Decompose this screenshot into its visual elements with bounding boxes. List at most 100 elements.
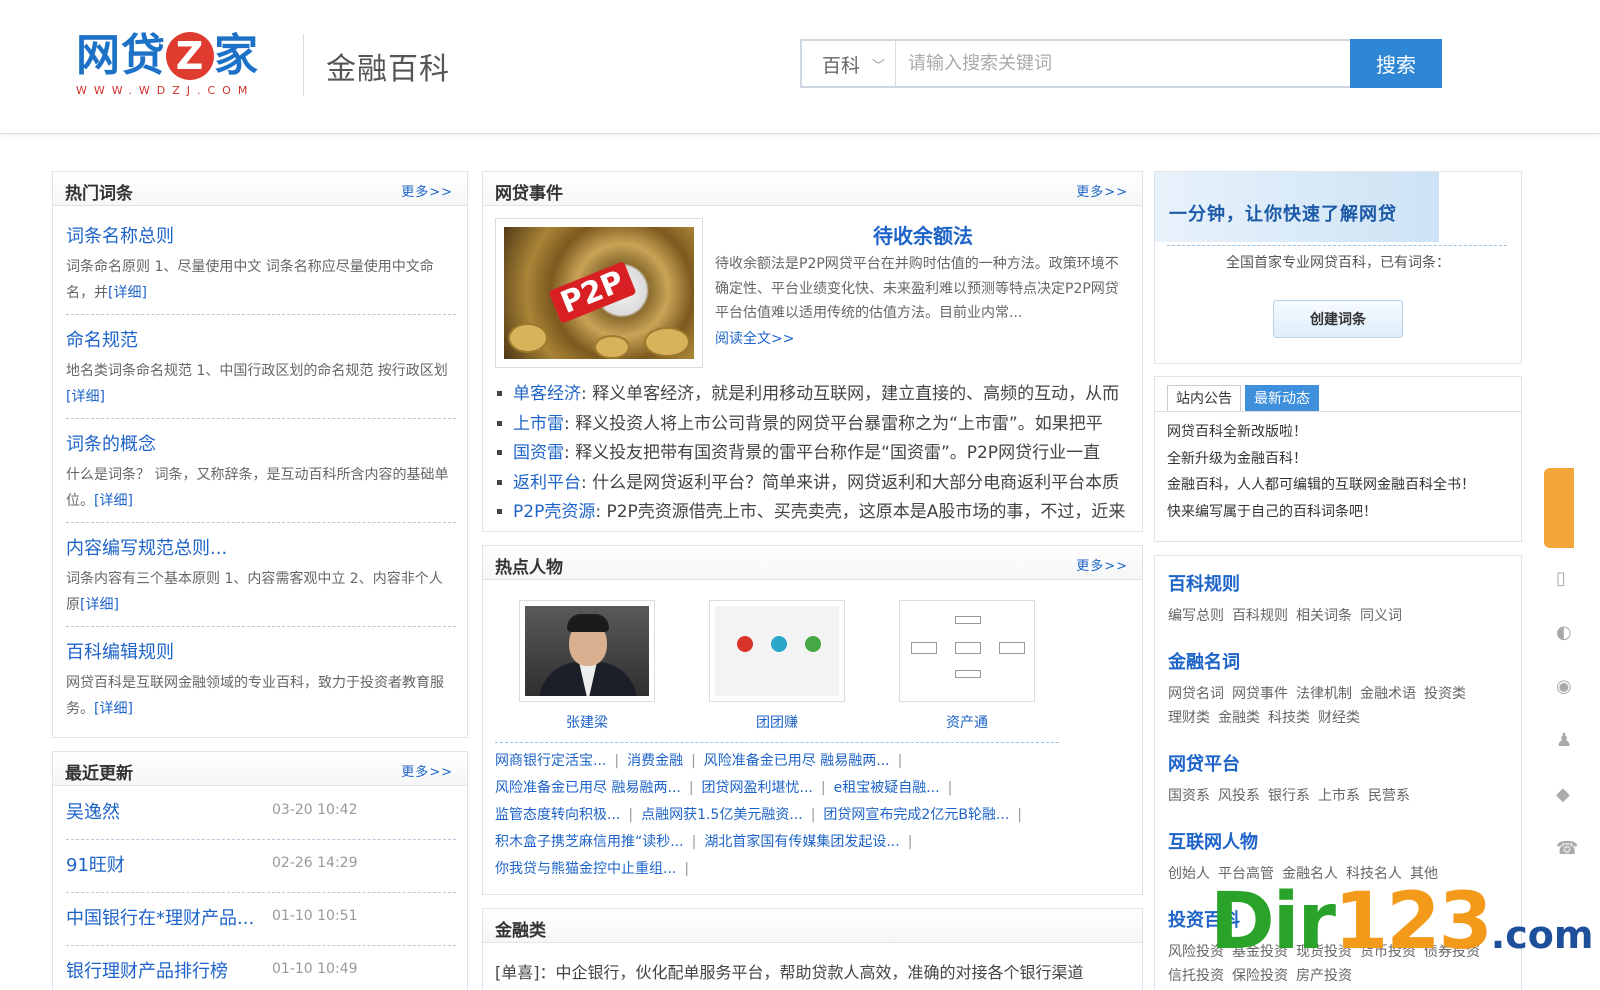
category-title-link[interactable]: 互联网人物 — [1168, 832, 1258, 853]
tab-latest[interactable]: 最新动态 — [1245, 385, 1319, 411]
create-entry-button[interactable]: 创建词条 — [1273, 300, 1403, 338]
detail-link[interactable]: [详细] — [108, 285, 147, 301]
list-item: 返利平台: 什么是网贷返利平台？简单来讲，网贷返利和大部分电商返利平台本质 — [495, 468, 1135, 498]
category-link[interactable]: 百科规则 — [1232, 608, 1288, 624]
recent-entry-link[interactable]: 吴逸然 — [66, 798, 120, 824]
category-link[interactable]: 科技类 — [1268, 710, 1310, 726]
category-link[interactable]: 同义词 — [1360, 608, 1402, 624]
notice-list: 网贷百科全新改版啦！ 全新升级为金融百科！ 金融百科，人人都可编辑的互联网金融百… — [1167, 419, 1475, 525]
top-header: 网贷Z家 WWW.WDZJ.COM 金融百科 百科﹀ 搜索 — [0, 0, 1600, 134]
table-row: 中国银行在*理财产品... 01-10 10:51 — [66, 894, 456, 946]
category-link[interactable]: 创始人 — [1168, 866, 1210, 882]
news-link[interactable]: 积木盒子携芝麻信用推“读秒... — [495, 834, 684, 850]
chat-icon[interactable]: ◐ — [1556, 606, 1572, 660]
people-link-grid: 网商银行定活宝... | 消费金融 | 风险准备金已用尽 融易融两... | 风险准备金已… — [495, 753, 1023, 877]
recent-updates-panel: 最近更新 更多>> 吴逸然 03-20 10:42 91旺财 02-26 14:29 … — [52, 751, 468, 990]
category-block: 网贷平台 国资系 风投系 银行系 上市系 民营系 — [1168, 750, 1508, 808]
entry-title-link[interactable]: 词条的概念 — [66, 430, 456, 456]
entry-title-link[interactable]: 词条名称总则 — [66, 222, 456, 248]
finance-panel: 金融类 [单喜]：中企银行，伙化配单服务平台，帮助贷款人高效，准确的对接各个银行… — [482, 908, 1143, 990]
list-item: 网贷百科全新改版啦！ — [1167, 424, 1307, 440]
entry-title-link[interactable]: 命名规范 — [66, 326, 456, 352]
search-category-select[interactable]: 百科 ﹀ — [802, 41, 896, 86]
feature-image[interactable]: P2P — [495, 218, 703, 368]
panel-title: 热点人物 — [495, 558, 563, 578]
news-link[interactable]: 消费金融 — [627, 753, 683, 769]
person-card[interactable]: 团团赚 — [709, 600, 845, 732]
category-link[interactable]: 财经类 — [1318, 710, 1360, 726]
eye-icon[interactable]: ◉ — [1556, 660, 1572, 714]
category-title-link[interactable]: 网贷平台 — [1168, 754, 1240, 775]
list-item: 词条的概念 什么是词条？ 词条，又称辞条，是互动百科所含内容的基础单位。[详细] — [66, 430, 456, 523]
read-more-link[interactable]: 阅读全文>> — [715, 328, 794, 348]
news-link[interactable]: 点融网获1.5亿美元融资... — [641, 807, 803, 823]
news-link[interactable]: 风险准备金已用尽 融易融两... — [495, 780, 681, 796]
detail-link[interactable]: [详细] — [94, 493, 133, 509]
detail-link[interactable]: [详细] — [80, 597, 119, 613]
category-block: 百科规则 编写总则 百科规则 相关词条 同义词 — [1168, 570, 1508, 628]
more-link[interactable]: 更多>> — [401, 181, 453, 200]
category-link[interactable]: 理财类 — [1168, 710, 1210, 726]
logo-domain: WWW.WDZJ.COM — [76, 84, 255, 97]
news-term-link[interactable]: 国资雷 — [513, 443, 564, 463]
category-link[interactable]: 国资系 — [1168, 788, 1210, 804]
panel-title: 金融类 — [495, 921, 546, 941]
category-link[interactable]: 民营系 — [1368, 788, 1410, 804]
announcement-panel: 站内公告 最新动态 网贷百科全新改版啦！ 全新升级为金融百科！ 金融百科，人人都可… — [1154, 376, 1522, 542]
detail-link[interactable]: [详细] — [94, 701, 133, 717]
feature-title-link[interactable]: 待收余额法 — [713, 220, 1133, 249]
site-logo[interactable]: 网贷 Z 家 WWW.WDZJ.COM — [76, 28, 272, 102]
news-term-link[interactable]: P2P壳资源 — [513, 502, 595, 522]
company-logo-image — [709, 600, 845, 702]
detail-link[interactable]: [详细] — [66, 389, 105, 405]
category-link[interactable]: 金融类 — [1218, 710, 1260, 726]
news-link[interactable]: e租宝被疑自融... — [834, 780, 940, 796]
recent-entry-link[interactable]: 银行理财产品排行榜 — [66, 957, 228, 983]
logo-wordmark: 网贷 Z 家 — [76, 30, 259, 81]
tab-announcements[interactable]: 站内公告 — [1167, 385, 1241, 411]
person-card[interactable]: 资产通 — [899, 600, 1035, 732]
category-link[interactable]: 金融术语 — [1360, 686, 1416, 702]
entry-title-link[interactable]: 百科编辑规则 — [66, 638, 456, 664]
update-time: 01-10 10:51 — [272, 908, 358, 924]
feature-description: 待收余额法是P2P网贷平台在并购时估值的一种方法。政策环境不确定性、平台业绩变化… — [715, 256, 1119, 321]
category-link[interactable]: 银行系 — [1268, 788, 1310, 804]
recent-entry-link[interactable]: 91旺财 — [66, 851, 125, 877]
recent-entry-link[interactable]: 中国银行在*理财产品... — [66, 904, 254, 930]
news-link[interactable]: 团贷网盈利堪忧... — [702, 780, 813, 796]
floating-side-tab[interactable] — [1544, 468, 1574, 548]
news-link[interactable]: 你我贷与熊猫金控中止重组... — [495, 861, 676, 877]
news-link[interactable]: 湖北首家国有传媒集团发起设... — [704, 834, 899, 850]
category-link[interactable]: 网贷事件 — [1232, 686, 1288, 702]
more-link[interactable]: 更多>> — [1076, 555, 1128, 574]
app-icon[interactable]: ▯ — [1556, 552, 1568, 606]
news-term-link[interactable]: 上市雷 — [513, 414, 564, 434]
search-button[interactable]: 搜索 — [1350, 39, 1442, 88]
news-link[interactable]: 团贷网宣布完成2亿元B轮融... — [823, 807, 1009, 823]
service-icon[interactable]: ☎ — [1556, 822, 1578, 876]
category-link[interactable]: 上市系 — [1318, 788, 1360, 804]
news-link[interactable]: 监管态度转向积极... — [495, 807, 620, 823]
category-link[interactable]: 相关词条 — [1296, 608, 1352, 624]
news-link[interactable]: 网商银行定活宝... — [495, 753, 606, 769]
news-link[interactable]: 风险准备金已用尽 融易融两... — [704, 753, 890, 769]
more-link[interactable]: 更多>> — [401, 761, 453, 780]
category-link[interactable]: 网贷名词 — [1168, 686, 1224, 702]
entry-title-link[interactable]: 内容编写规范总则... — [66, 534, 456, 560]
shield-icon[interactable]: ◆ — [1556, 768, 1570, 822]
search-input[interactable] — [898, 41, 1346, 86]
user-icon[interactable]: ♟ — [1556, 714, 1572, 768]
category-title-link[interactable]: 百科规则 — [1168, 574, 1240, 595]
news-term-link[interactable]: 单客经济 — [513, 384, 581, 404]
category-link[interactable]: 编写总则 — [1168, 608, 1224, 624]
category-link[interactable]: 风投系 — [1218, 788, 1260, 804]
category-link[interactable]: 法律机制 — [1296, 686, 1352, 702]
category-title-link[interactable]: 金融名词 — [1168, 652, 1240, 673]
person-card[interactable]: 张建梁 — [519, 600, 655, 732]
panel-title: 网贷事件 — [495, 184, 563, 204]
more-link[interactable]: 更多>> — [1076, 181, 1128, 200]
header-divider — [303, 34, 304, 96]
news-term-link[interactable]: 返利平台 — [513, 473, 581, 493]
category-link[interactable]: 投资类 — [1424, 686, 1466, 702]
list-item: 百科编辑规则 网贷百科是互联网金融领域的专业百科，致力于投资者教育服务。[详细] — [66, 638, 456, 722]
